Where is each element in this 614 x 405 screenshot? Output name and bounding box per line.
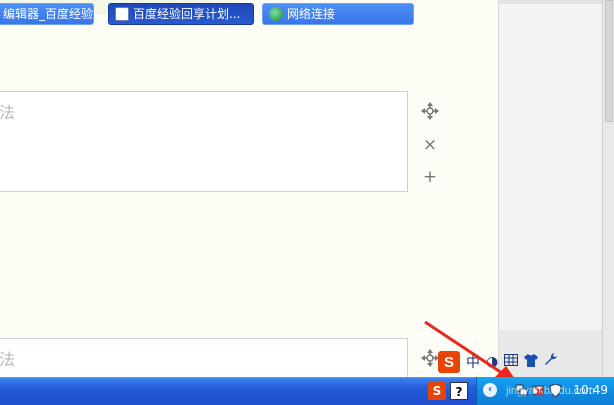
move-step-1-icon[interactable] bbox=[421, 102, 439, 124]
panel-top-border bbox=[499, 0, 603, 4]
ime-softkeyboard-icon[interactable] bbox=[504, 354, 519, 370]
sogou-quicklaunch-icon[interactable]: S bbox=[428, 382, 446, 400]
editor-area: 法 × + 法 bbox=[0, 0, 498, 378]
taskbar-button-editor[interactable]: 编辑器_百度经验 bbox=[0, 3, 94, 25]
vertical-scrollbar[interactable] bbox=[602, 0, 614, 377]
wrench-icon bbox=[545, 353, 558, 365]
taskbar-button-label: 编辑器_百度经验 bbox=[3, 7, 94, 21]
ime-chinese-mode-icon[interactable]: 中 bbox=[466, 352, 480, 372]
move-step-2-icon[interactable] bbox=[421, 349, 439, 371]
document-icon bbox=[115, 7, 129, 21]
ime-tools-icon[interactable] bbox=[544, 353, 558, 371]
right-side-panel bbox=[498, 0, 603, 377]
step-input-placeholder: 法 bbox=[0, 350, 16, 369]
tray-expand-icon[interactable]: ‹ bbox=[483, 383, 497, 397]
sogou-ime-logo-icon[interactable]: S bbox=[438, 351, 460, 373]
taskbar-button-network[interactable]: 网络连接 bbox=[262, 3, 414, 25]
taskbar-button-plan[interactable]: 百度经验回享计划... bbox=[108, 3, 254, 25]
step-input-placeholder: 法 bbox=[0, 103, 16, 122]
keyboard-icon bbox=[504, 354, 519, 366]
network-icon bbox=[269, 7, 283, 21]
step-text-input-2[interactable]: 法 bbox=[0, 338, 408, 378]
taskbar-button-label: 网络连接 bbox=[287, 7, 336, 21]
step-text-input-1[interactable]: 法 bbox=[0, 91, 408, 192]
ime-toolbar: S 中 ◑ bbox=[438, 350, 558, 374]
ime-skin-icon[interactable] bbox=[524, 353, 539, 371]
help-quicklaunch-icon[interactable]: ? bbox=[450, 382, 468, 400]
move-arrows-icon bbox=[421, 102, 439, 120]
add-step-icon[interactable]: + bbox=[421, 168, 439, 186]
delete-step-1-icon[interactable]: × bbox=[421, 136, 439, 154]
move-arrows-icon bbox=[421, 349, 439, 367]
site-watermark: jingyan.baidu.com bbox=[506, 385, 595, 397]
ime-punctuation-icon[interactable]: ◑ bbox=[486, 354, 498, 370]
taskbar-button-label: 百度经验回享计划... bbox=[133, 7, 241, 21]
tshirt-icon bbox=[524, 353, 539, 367]
scrollbar-thumb[interactable] bbox=[605, 0, 613, 122]
